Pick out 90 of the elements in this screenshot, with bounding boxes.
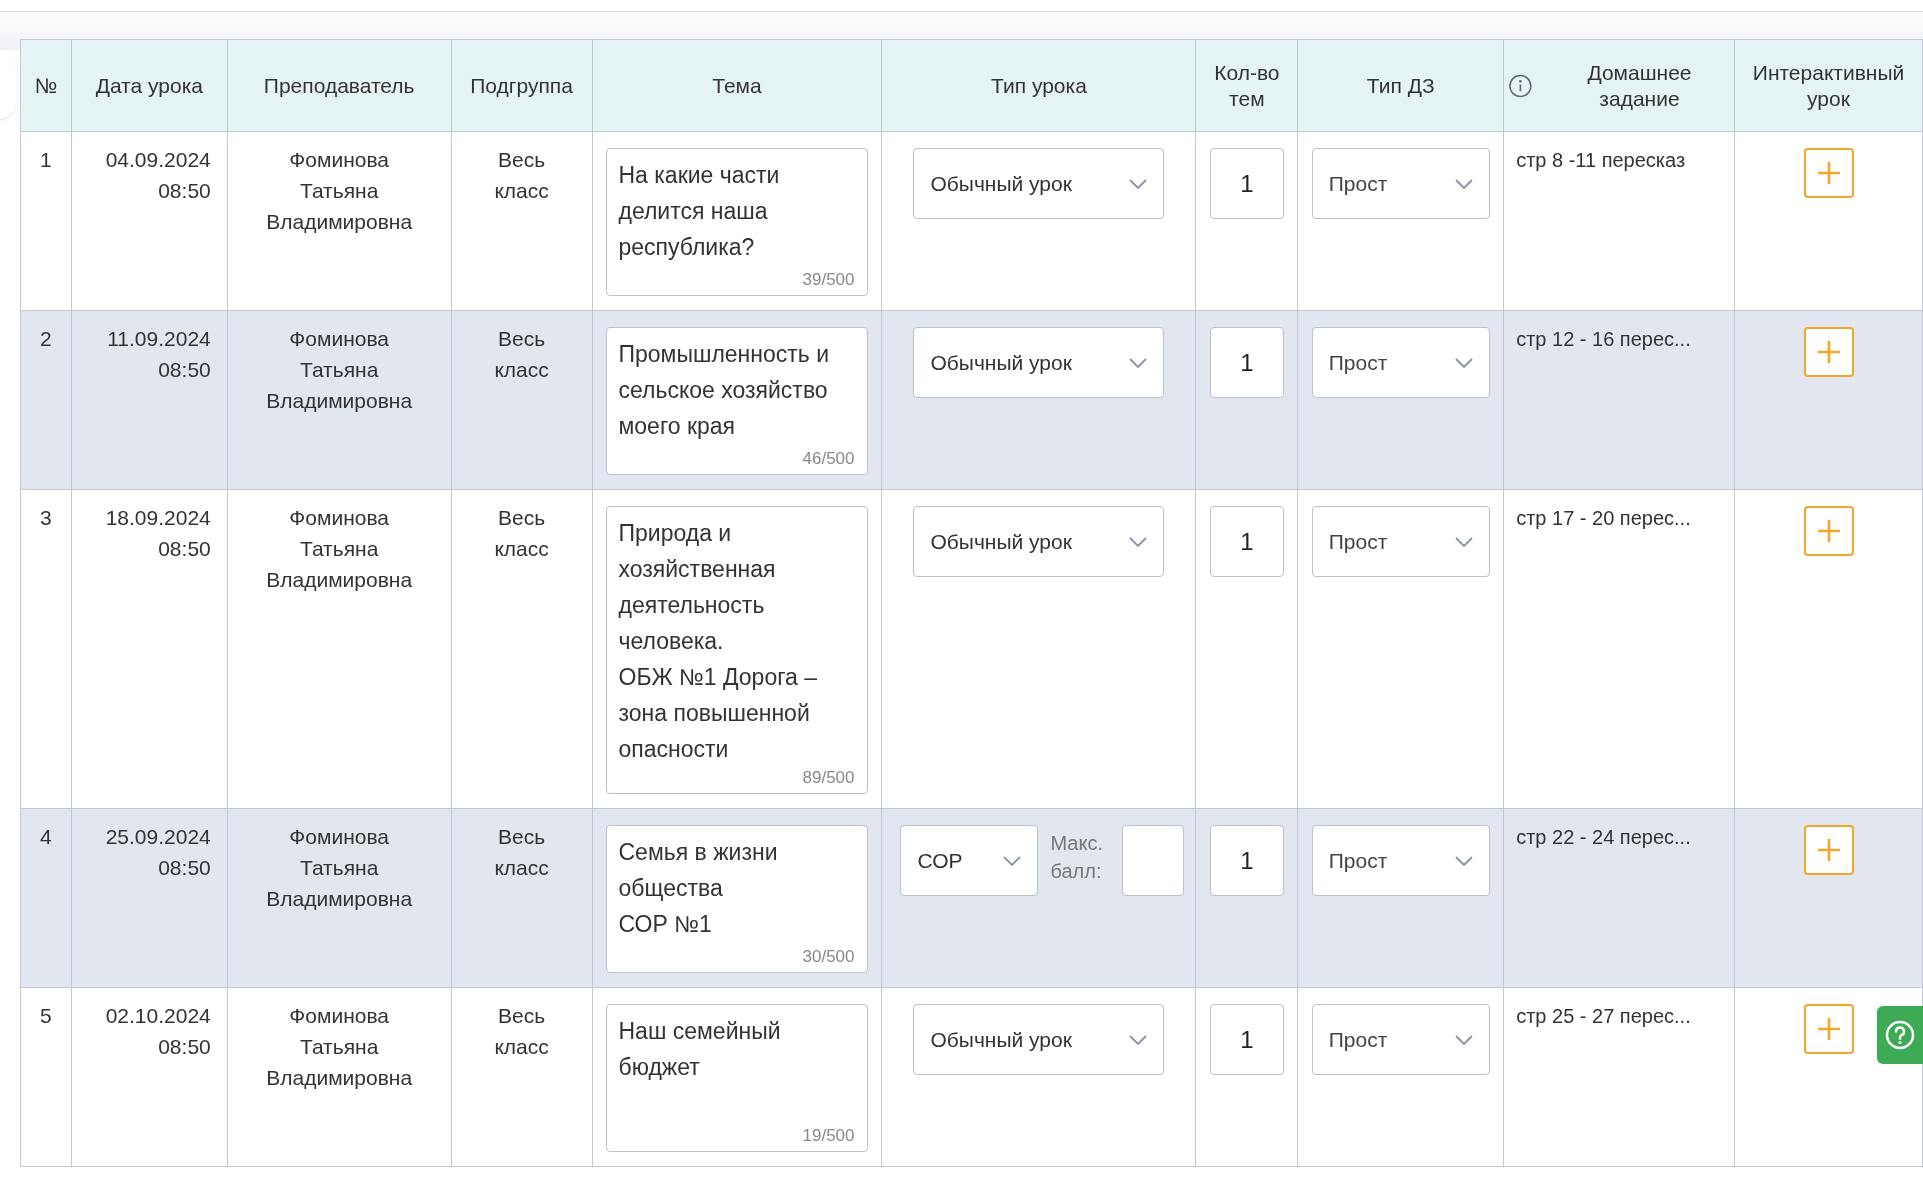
homework-type-select[interactable]: Прост <box>1311 148 1490 219</box>
lesson-date: 25.09.2024 <box>104 824 211 850</box>
topics-count-field[interactable]: 1 <box>1209 148 1284 219</box>
column-header: Домашнее задание <box>1586 59 1693 112</box>
char-counter: 89/500 <box>802 767 855 789</box>
topic-field[interactable]: Семья в жизни общества СОР №1 30/500 <box>605 825 868 973</box>
subgroup: Весь класс <box>493 147 550 204</box>
homework-type-select[interactable]: Прост <box>1311 506 1490 577</box>
column-header: Тип урока <box>991 72 1087 99</box>
subgroup: Весь класс <box>493 1003 550 1060</box>
lesson-type-select[interactable]: Обычный урок <box>913 148 1165 219</box>
lesson-date: 04.09.2024 <box>104 147 211 173</box>
column-header: № <box>34 72 58 99</box>
chevron-icon <box>1454 536 1473 547</box>
teacher-name: Фоминова Татьяна Владимировна <box>265 326 414 414</box>
homework-text: стр 8 -11 пересказ <box>1516 149 1686 171</box>
topics-count-field[interactable]: 1 <box>1209 327 1284 398</box>
chevron-icon <box>1003 855 1022 866</box>
max-score-field[interactable] <box>1122 825 1185 896</box>
add-button[interactable] <box>1803 327 1854 377</box>
column-header: Интерактивный урок <box>1751 59 1906 112</box>
chevron-icon <box>1129 357 1148 368</box>
chevron-icon <box>1454 855 1473 866</box>
topics-count-field[interactable]: 1 <box>1209 1004 1284 1075</box>
chevron-icon <box>1129 1034 1148 1045</box>
column-header: Подгруппа <box>470 72 573 99</box>
help-button[interactable] <box>1877 1006 1923 1064</box>
homework-text: стр 22 - 24 перес... <box>1516 826 1691 848</box>
plus-icon <box>1816 161 1841 185</box>
topic-field[interactable]: Наш семейный бюджет 19/500 <box>605 1004 868 1152</box>
lesson-time: 08:50 <box>157 855 211 881</box>
plus-icon <box>1816 1017 1841 1041</box>
column-header: Кол-во тем <box>1213 59 1281 112</box>
lesson-date: 02.10.2024 <box>104 1003 211 1029</box>
lesson-time: 08:50 <box>157 178 211 204</box>
lesson-time: 08:50 <box>157 1034 211 1060</box>
lesson-type-select[interactable]: Обычный урок <box>913 1004 1165 1075</box>
homework-text: стр 25 - 27 перес... <box>1516 1005 1691 1027</box>
char-counter: 46/500 <box>802 448 855 470</box>
subgroup: Весь класс <box>493 824 550 881</box>
row-number: 4 <box>40 825 52 848</box>
plus-icon <box>1816 519 1841 543</box>
topics-count-field[interactable]: 1 <box>1209 825 1284 896</box>
char-counter: 39/500 <box>802 269 855 291</box>
max-score-label: Макс. балл: <box>1050 831 1105 884</box>
add-button[interactable] <box>1803 506 1854 556</box>
subgroup: Весь класс <box>493 326 550 383</box>
lesson-type-select[interactable]: СОР <box>900 825 1039 896</box>
plus-icon <box>1816 340 1841 364</box>
lesson-type-select[interactable]: Обычный урок <box>913 327 1165 398</box>
add-button[interactable] <box>1803 825 1854 875</box>
info-icon[interactable] <box>1508 72 1533 99</box>
column-header: Тема <box>712 72 762 99</box>
subgroup: Весь класс <box>493 505 550 562</box>
topic-field[interactable]: Промышленность и сельское хозяйство моего края 46/500 <box>605 327 868 475</box>
help-icon <box>1884 1019 1916 1051</box>
teacher-name: Фоминова Татьяна Владимировна <box>265 1003 414 1091</box>
lesson-time: 08:50 <box>157 536 211 562</box>
row-number: 3 <box>40 506 52 529</box>
topic-field[interactable]: На какие части делится наша республика? 39/500 <box>605 148 868 296</box>
add-button[interactable] <box>1803 148 1854 198</box>
char-counter: 30/500 <box>802 946 855 968</box>
row-number: 2 <box>40 327 52 350</box>
chevron-icon <box>1454 1034 1473 1045</box>
lesson-type-select[interactable]: Обычный урок <box>913 506 1165 577</box>
homework-type-select[interactable]: Прост <box>1311 825 1490 896</box>
homework-text: стр 12 - 16 перес... <box>1516 328 1691 350</box>
column-header: Тип ДЗ <box>1366 72 1435 99</box>
topics-count-field[interactable]: 1 <box>1209 506 1284 577</box>
homework-type-select[interactable]: Прост <box>1311 1004 1490 1075</box>
add-button[interactable] <box>1803 1004 1854 1054</box>
topic-field[interactable]: Природа и хозяйственная деятельность человека. ОБЖ №1 Дорога – зона повышенной опасности 89/500 <box>605 506 868 794</box>
column-header: Преподаватель <box>263 72 415 99</box>
teacher-name: Фоминова Татьяна Владимировна <box>265 147 414 235</box>
chevron-icon <box>1129 536 1148 547</box>
chevron-icon <box>1129 178 1148 189</box>
row-number: 1 <box>40 148 52 171</box>
homework-type-select[interactable]: Прост <box>1311 327 1490 398</box>
teacher-name: Фоминова Татьяна Владимировна <box>265 505 414 593</box>
row-number: 5 <box>40 1004 52 1027</box>
plus-icon <box>1816 838 1841 862</box>
teacher-name: Фоминова Татьяна Владимировна <box>265 824 414 912</box>
lesson-date: 18.09.2024 <box>104 505 211 531</box>
lesson-time: 08:50 <box>157 357 211 383</box>
homework-text: стр 17 - 20 перес... <box>1516 507 1691 529</box>
char-counter: 19/500 <box>802 1125 855 1147</box>
chevron-icon <box>1454 178 1473 189</box>
column-header: Дата урока <box>95 72 203 99</box>
chevron-icon <box>1454 357 1473 368</box>
lesson-date: 11.09.2024 <box>106 326 211 352</box>
